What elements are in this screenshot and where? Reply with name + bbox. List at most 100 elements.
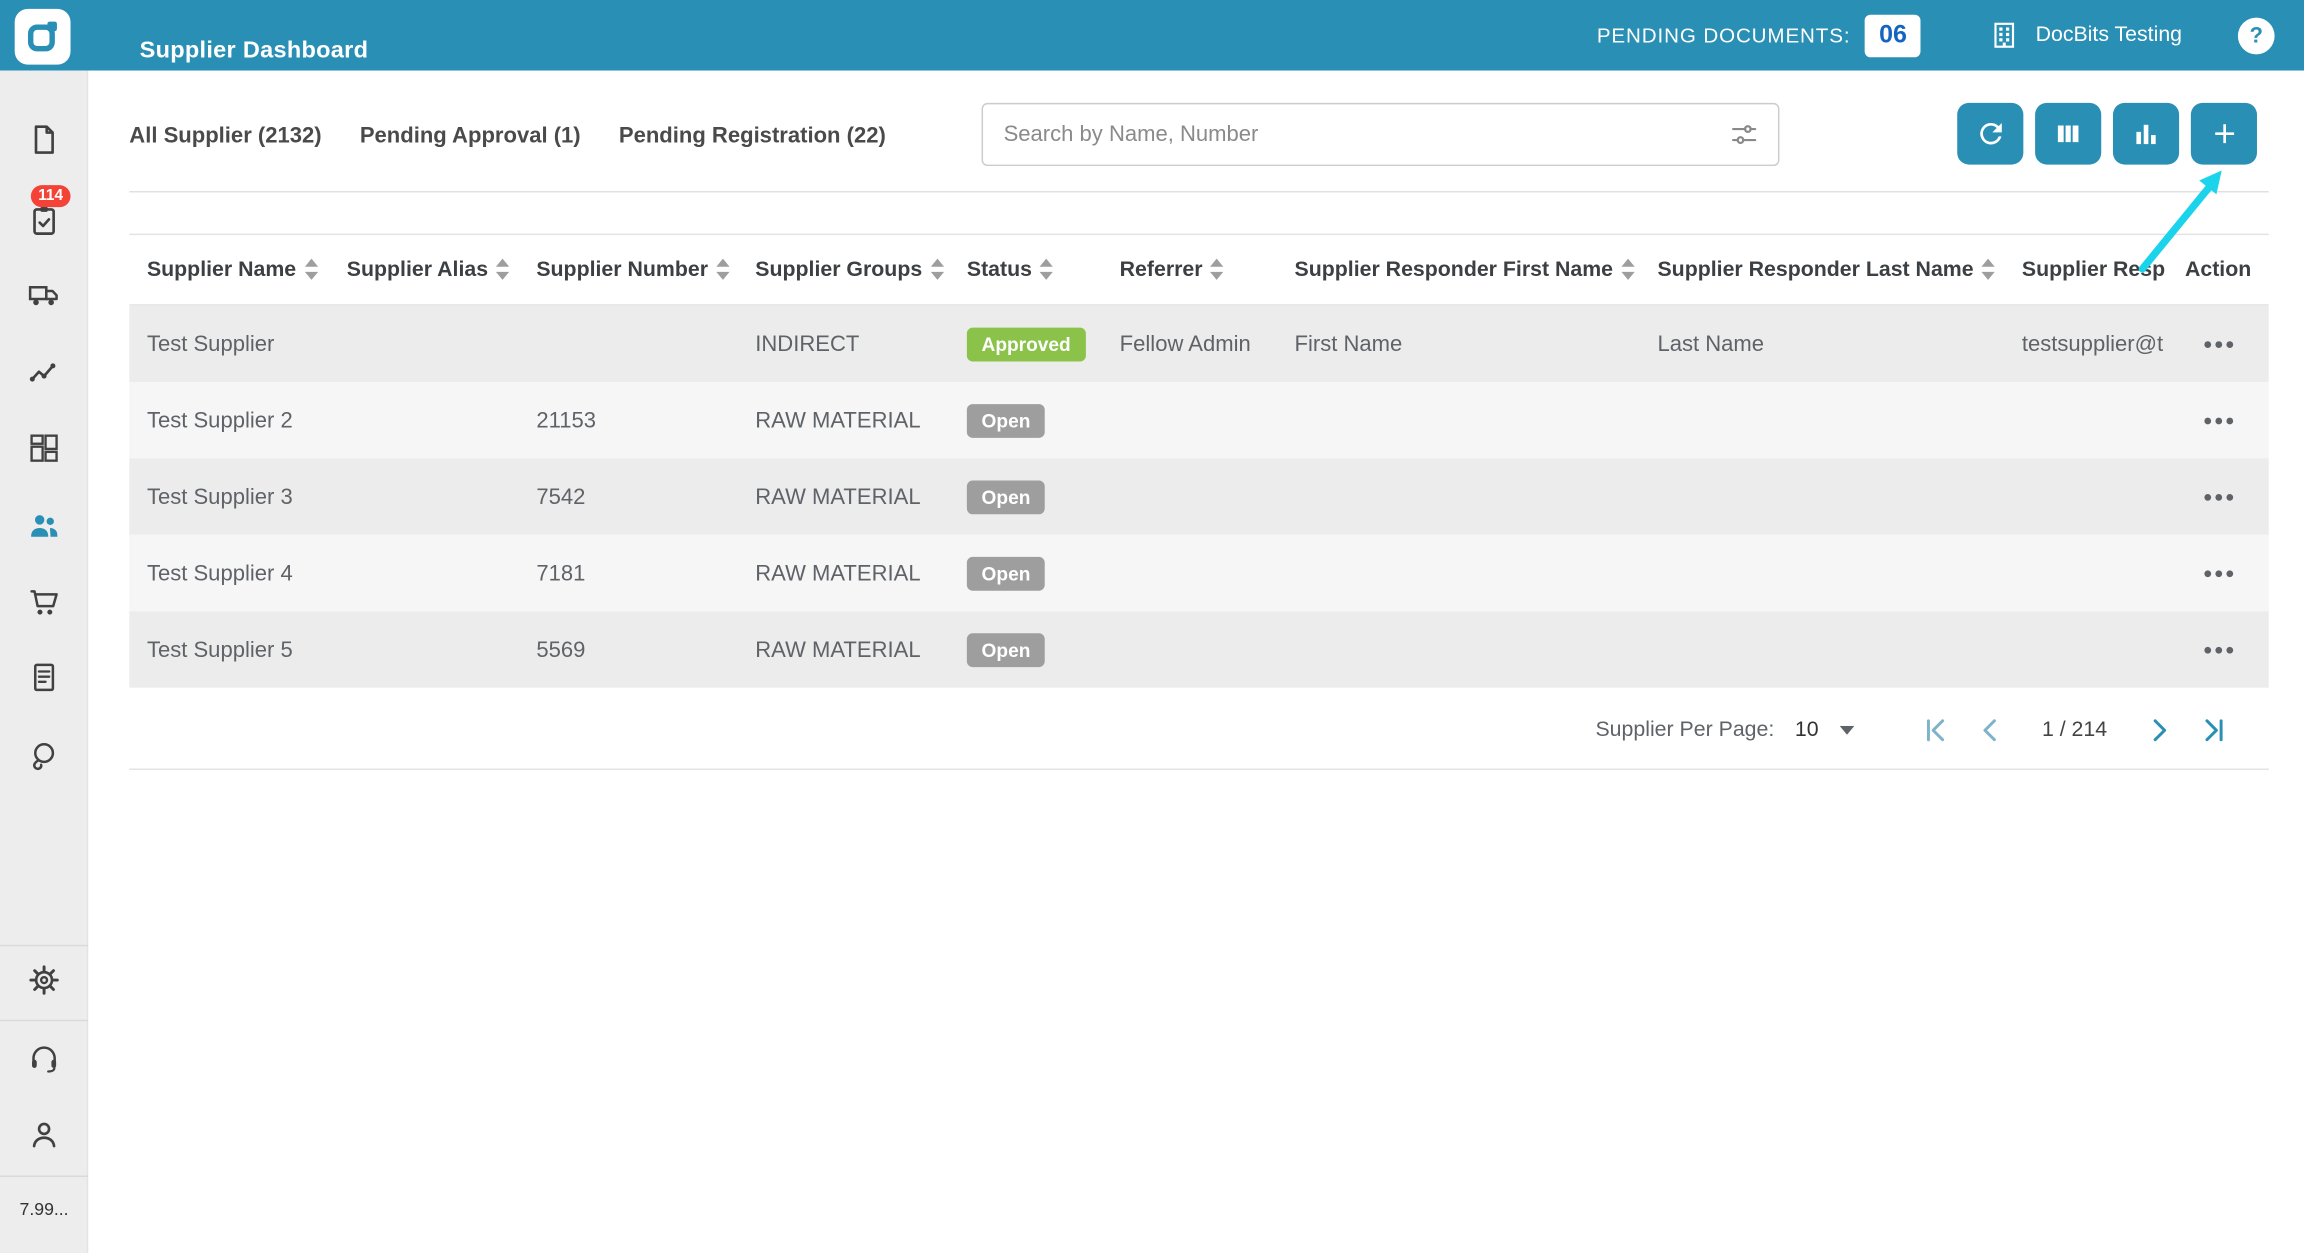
cell-supplier-number bbox=[519, 306, 738, 382]
organization-selector[interactable]: DocBits Testing bbox=[1989, 19, 2182, 51]
plus-icon bbox=[2214, 124, 2234, 144]
cell-action bbox=[2167, 611, 2268, 687]
row-actions-button[interactable] bbox=[2195, 637, 2242, 662]
table-row[interactable]: Test Supplier 4 7181 RAW MATERIAL Open bbox=[129, 534, 2269, 612]
table-row[interactable]: Test Supplier INDIRECT Approved Fellow A… bbox=[129, 305, 2269, 383]
sort-icon bbox=[1210, 259, 1225, 281]
table-columns-icon bbox=[2057, 124, 2079, 142]
cell-responder-first bbox=[1277, 382, 1640, 458]
columns-view-button[interactable] bbox=[2035, 102, 2102, 165]
chart-view-button[interactable] bbox=[2112, 102, 2180, 165]
row-actions-button[interactable] bbox=[2195, 561, 2242, 586]
sidebar-item-invoices[interactable] bbox=[26, 660, 61, 695]
cell-responder-email: testsupplier@t bbox=[2021, 331, 2164, 357]
column-header-action: Action bbox=[2184, 257, 2252, 282]
table-row[interactable]: Test Supplier 3 7542 RAW MATERIAL Open bbox=[129, 458, 2269, 535]
sidebar-item-approvals[interactable] bbox=[26, 203, 61, 238]
column-header-supplier-alias[interactable]: Supplier Alias bbox=[329, 235, 519, 304]
column-header-status[interactable]: Status bbox=[949, 235, 1102, 304]
cell-referrer bbox=[1102, 535, 1277, 611]
column-header-supplier-groups[interactable]: Supplier Groups bbox=[738, 235, 950, 304]
cell-responder-last bbox=[1640, 535, 2004, 611]
cell-referrer bbox=[1102, 458, 1277, 534]
sidebar-item-shipments-truck[interactable] bbox=[26, 276, 61, 311]
building-icon bbox=[1994, 22, 2015, 48]
app-version: 7.99... bbox=[19, 1199, 69, 1220]
chevron-down-icon bbox=[1839, 725, 1854, 735]
row-actions-button[interactable] bbox=[2195, 484, 2242, 509]
supplier-dashboard-app: Supplier Dashboard PENDING DOCUMENTS: 06… bbox=[0, 0, 2304, 1253]
cell-status: Open bbox=[949, 611, 1102, 687]
row-actions-button[interactable] bbox=[2195, 331, 2242, 356]
cell-status: Open bbox=[949, 535, 1102, 611]
previous-page-button[interactable] bbox=[1971, 711, 2009, 749]
cell-referrer bbox=[1102, 382, 1277, 458]
cell-action bbox=[2167, 382, 2268, 458]
chevron-left-icon bbox=[1982, 719, 1996, 742]
docbits-logo-icon bbox=[27, 21, 57, 52]
per-page-select[interactable]: Supplier Per Page: 10 bbox=[1595, 719, 1854, 742]
sidebar-item-purchases-cart[interactable] bbox=[26, 585, 61, 620]
cell-supplier-name: Test Supplier 5 bbox=[146, 636, 293, 662]
cell-responder-email bbox=[2004, 611, 2167, 687]
topbar: Supplier Dashboard PENDING DOCUMENTS: 06… bbox=[0, 0, 2304, 71]
last-page-button[interactable] bbox=[2195, 711, 2233, 749]
column-header-supplier-number[interactable]: Supplier Number bbox=[519, 235, 738, 304]
cell-responder-email bbox=[2004, 458, 2167, 534]
tabs-divider bbox=[129, 191, 2269, 193]
notification-count-badge: 114 bbox=[30, 185, 71, 207]
sidebar-item-modules[interactable] bbox=[26, 431, 61, 466]
search-input[interactable] bbox=[983, 121, 1730, 147]
sidebar-item-lasso[interactable] bbox=[26, 739, 61, 774]
support-headset-icon[interactable] bbox=[26, 1040, 61, 1075]
status-badge: Open bbox=[966, 403, 1046, 438]
cell-supplier-name: Test Supplier 4 bbox=[146, 560, 293, 586]
status-badge: Approved bbox=[966, 326, 1086, 361]
cell-responder-first bbox=[1277, 458, 1640, 534]
cell-action bbox=[2167, 458, 2268, 534]
more-horizontal-icon bbox=[2203, 646, 2232, 653]
table-toolbar bbox=[1957, 102, 2257, 165]
page-navigation: 1 / 214 bbox=[1916, 711, 2234, 749]
status-badge: Open bbox=[966, 556, 1046, 590]
cell-responder-email bbox=[2004, 535, 2167, 611]
first-page-button[interactable] bbox=[1916, 711, 1954, 749]
cell-supplier-name: Test Supplier 3 bbox=[146, 484, 293, 510]
more-horizontal-icon bbox=[2203, 569, 2232, 576]
tab-pending-registration[interactable]: Pending Registration (22) bbox=[619, 123, 886, 148]
tab-pending-approval[interactable]: Pending Approval (1) bbox=[360, 123, 581, 148]
column-header-responder-email[interactable]: Supplier Resp bbox=[2004, 235, 2167, 304]
help-icon[interactable]: ? bbox=[2237, 16, 2275, 54]
column-header-referrer[interactable]: Referrer bbox=[1102, 235, 1277, 304]
row-actions-button[interactable] bbox=[2195, 408, 2242, 433]
column-header-supplier-name[interactable]: Supplier Name bbox=[129, 235, 329, 304]
settings-gear-icon[interactable] bbox=[26, 962, 61, 997]
sidebar-item-documents[interactable] bbox=[26, 122, 61, 157]
refresh-button[interactable] bbox=[1957, 102, 2024, 165]
tab-all-supplier[interactable]: All Supplier (2132) bbox=[129, 123, 321, 148]
cell-action bbox=[2167, 306, 2268, 382]
cell-supplier-groups: RAW MATERIAL bbox=[755, 484, 921, 510]
cell-supplier-number: 5569 bbox=[536, 636, 586, 662]
table-row[interactable]: Test Supplier 5 5569 RAW MATERIAL Open bbox=[129, 611, 2269, 688]
pending-documents-badge[interactable]: 06 bbox=[1865, 13, 1921, 57]
sidebar-divider bbox=[0, 1175, 89, 1177]
column-header-responder-last-name[interactable]: Supplier Responder Last Name bbox=[1640, 235, 2004, 304]
sidebar-item-suppliers-active[interactable] bbox=[26, 507, 61, 542]
cell-responder-email bbox=[2004, 382, 2167, 458]
sidebar-item-analytics[interactable] bbox=[26, 354, 61, 389]
filter-tune-icon[interactable] bbox=[1729, 120, 1758, 149]
cell-supplier-groups: INDIRECT bbox=[755, 331, 860, 357]
cell-responder-first bbox=[1277, 611, 1640, 687]
cell-responder-last bbox=[1640, 458, 2004, 534]
app-logo[interactable] bbox=[14, 8, 71, 65]
organization-name: DocBits Testing bbox=[2035, 23, 2183, 48]
add-supplier-button[interactable] bbox=[2190, 102, 2257, 165]
column-header-responder-first-name[interactable]: Supplier Responder First Name bbox=[1277, 235, 1640, 304]
cell-status: Approved bbox=[949, 306, 1102, 382]
table-row[interactable]: Test Supplier 2 21153 RAW MATERIAL Open bbox=[129, 382, 2269, 459]
more-horizontal-icon bbox=[2203, 493, 2232, 500]
profile-person-icon[interactable] bbox=[26, 1117, 61, 1152]
sort-icon bbox=[1039, 259, 1054, 281]
next-page-button[interactable] bbox=[2139, 711, 2177, 749]
